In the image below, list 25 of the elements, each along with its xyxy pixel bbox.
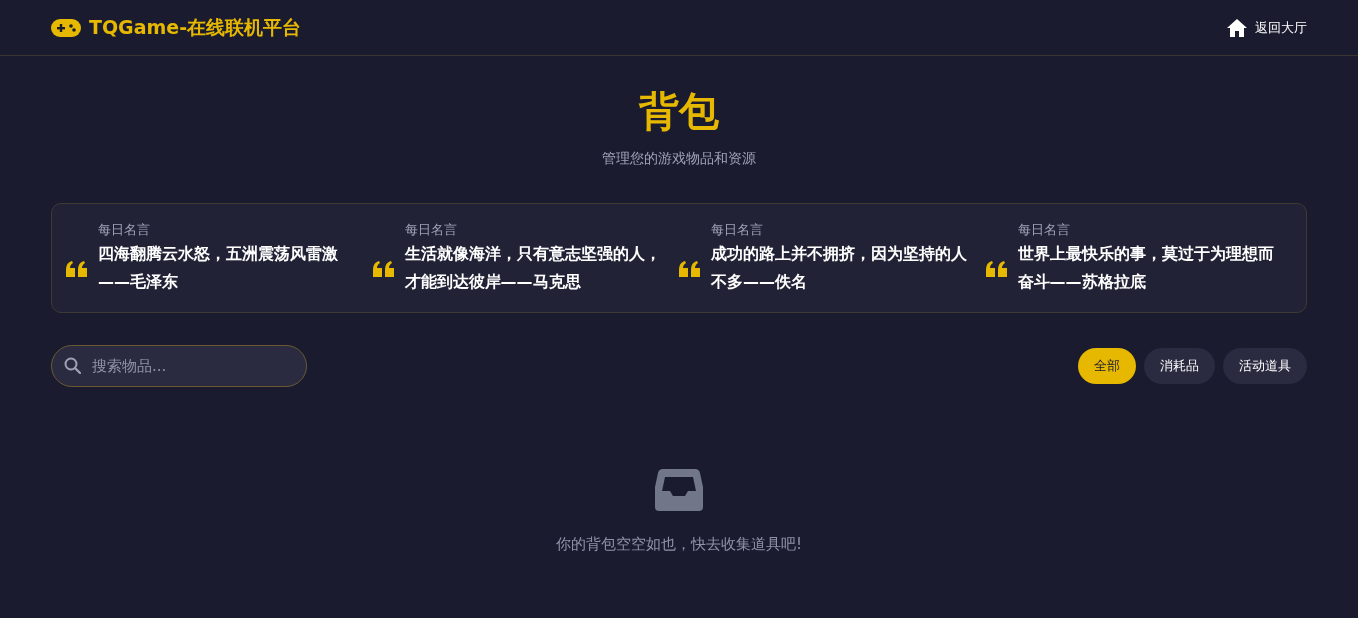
quote-label: 每日名言: [711, 221, 764, 240]
search-icon: [64, 357, 81, 374]
filter-tab[interactable]: 全部: [1078, 348, 1136, 384]
quote-icon: [985, 261, 1008, 277]
inbox-icon: [655, 469, 703, 511]
search-field[interactable]: 搜索物品...: [51, 345, 307, 387]
page-title: 背包: [639, 87, 719, 136]
quote-text: 成功的路上并不拥挤，因为坚持的人不多——佚名: [711, 242, 968, 293]
page-subtitle: 管理您的游戏物品和资源: [602, 149, 756, 168]
quote-label: 每日名言: [98, 221, 151, 240]
quote-icon: [679, 261, 701, 277]
site-logo[interactable]: TQGame-在线联机平台: [89, 13, 302, 42]
back-to-lobby-link[interactable]: 返回大厅: [1227, 17, 1307, 38]
quote-icon: [372, 261, 395, 277]
quote-label: 每日名言: [404, 221, 458, 240]
empty-message: 你的背包空空如也，快去收集道具吧!: [556, 534, 802, 555]
quote-text: 世界上最快乐的事，莫过于为理想而奋斗——苏格拉底: [1017, 242, 1275, 293]
quote-icon: [66, 261, 88, 277]
quote-label: 每日名言: [1017, 221, 1071, 240]
quote-text: 四海翻腾云水怒，五洲震荡风雷激——毛泽东: [98, 242, 339, 293]
quote-text: 生活就像海洋，只有意志坚强的人，才能到达彼岸——马克思: [404, 242, 662, 293]
filter-tab[interactable]: 活动道具: [1223, 348, 1307, 384]
home-icon: [1227, 18, 1247, 37]
filter-tab[interactable]: 消耗品: [1144, 348, 1215, 384]
gamepad-icon: [51, 18, 81, 37]
